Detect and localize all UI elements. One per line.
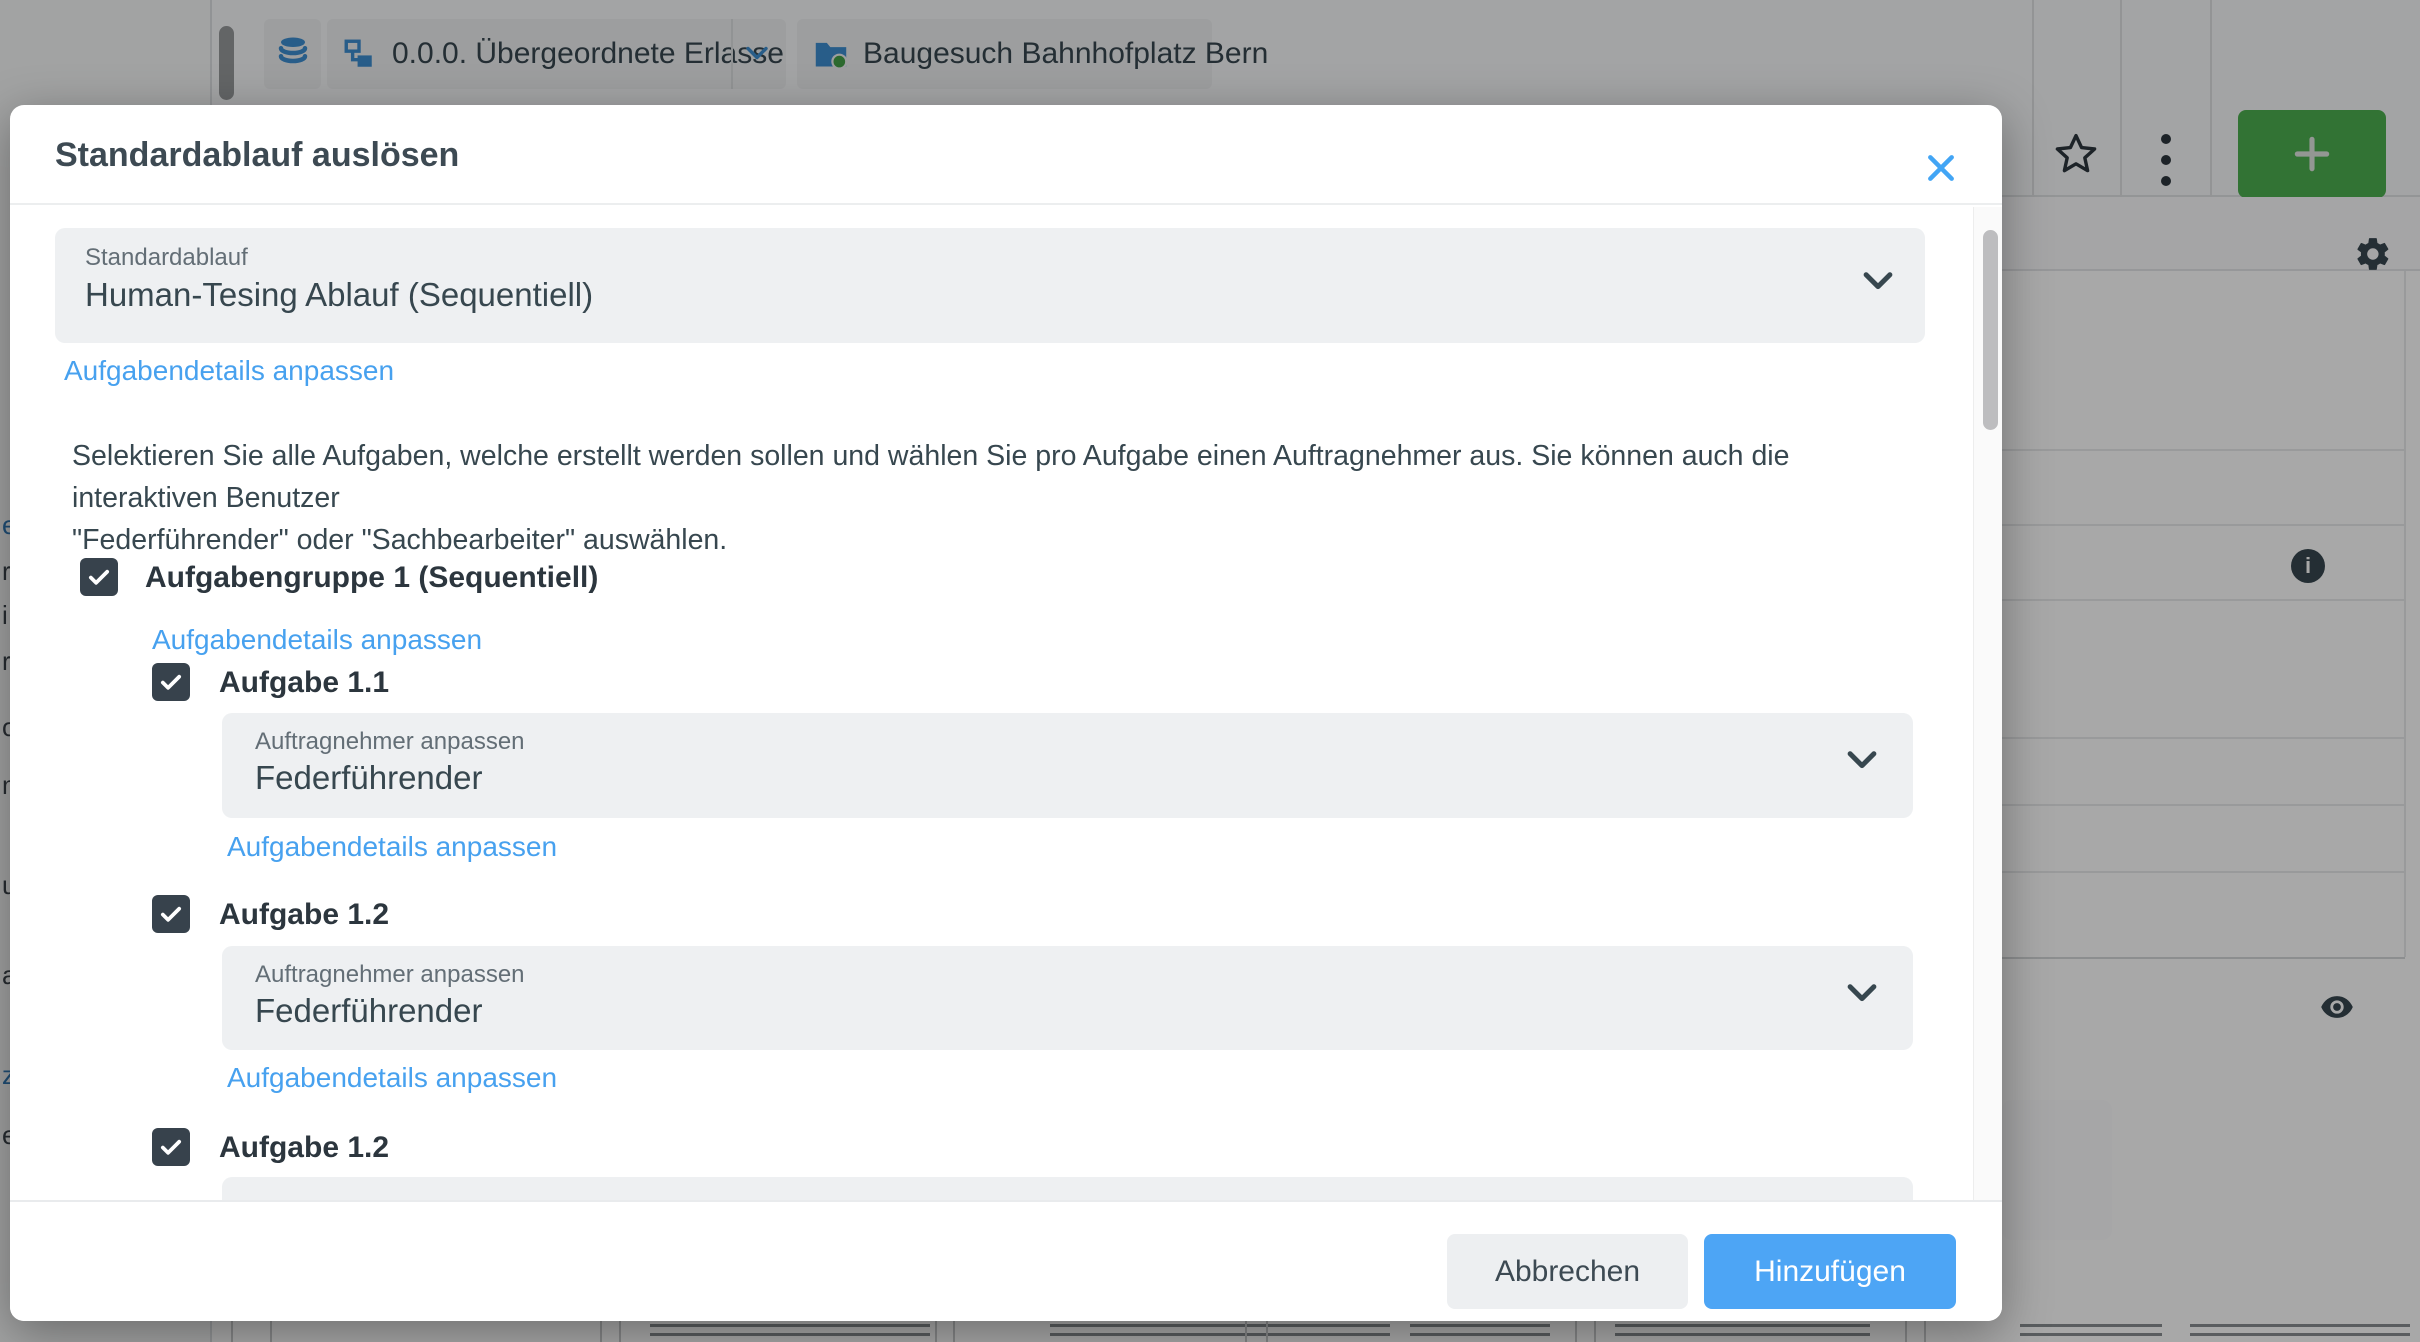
group-label: Aufgabengruppe 1 (Sequentiell): [145, 561, 598, 595]
assignee-field-value: Federführender: [255, 992, 482, 1030]
task-label: Aufgabe 1.2: [219, 1131, 389, 1165]
dialog-scrollbar-thumb[interactable]: [1983, 230, 1998, 430]
assignee-field-label: Auftragnehmer anpassen: [255, 961, 525, 989]
dialog-title: Standardablauf auslösen: [55, 105, 459, 205]
task-label: Aufgabe 1.1: [219, 666, 389, 700]
workflow-field-value: Human-Tesing Ablauf (Sequentiell): [85, 276, 593, 314]
dialog-scrollbar-track[interactable]: [1973, 207, 2002, 1201]
description-line: Selektieren Sie alle Aufgaben, welche er…: [72, 440, 1790, 514]
x-close-icon: [1925, 152, 1957, 189]
task-details-link[interactable]: Aufgabendetails anpassen: [227, 1062, 557, 1094]
chevron-down-icon: [1847, 984, 1877, 1007]
dialog-description: Selektieren Sie alle Aufgaben, welche er…: [72, 435, 1912, 561]
assignee-select-field[interactable]: Auftragnehmer anpassen Federführender: [222, 713, 1913, 818]
chevron-down-icon: [1847, 751, 1877, 774]
task-label: Aufgabe 1.2: [219, 898, 389, 932]
workflow-field-label: Standardablauf: [85, 244, 248, 272]
assignee-field-label: Auftragnehmer anpassen: [255, 728, 525, 756]
assignee-select-field[interactable]: Auftragnehmer anpassen Federführender: [222, 946, 1913, 1050]
dialog-footer: Abbrechen Hinzufügen: [10, 1200, 2002, 1321]
task-checkbox[interactable]: [152, 895, 190, 933]
cancel-button[interactable]: Abbrechen: [1447, 1234, 1688, 1309]
dialog-header: Standardablauf auslösen: [10, 105, 2002, 205]
group-details-link[interactable]: Aufgabendetails anpassen: [152, 624, 482, 656]
task-details-link[interactable]: Aufgabendetails anpassen: [227, 831, 557, 863]
workflow-details-link[interactable]: Aufgabendetails anpassen: [64, 355, 394, 387]
task-checkbox[interactable]: [152, 663, 190, 701]
task-checkbox[interactable]: [152, 1128, 190, 1166]
screen: e r i r o m u a z e 0.0.0. Übergeordnete…: [0, 0, 2420, 1342]
submit-button[interactable]: Hinzufügen: [1704, 1234, 1956, 1309]
standardablauf-dialog: Standardablauf auslösen Standardablauf H…: [10, 105, 2002, 1321]
workflow-select-field[interactable]: Standardablauf Human-Tesing Ablauf (Sequ…: [55, 228, 1925, 343]
assignee-select-field-partial[interactable]: [222, 1177, 1913, 1200]
assignee-field-value: Federführender: [255, 759, 482, 797]
group-checkbox[interactable]: [80, 558, 118, 596]
description-line: "Federführender" oder "Sachbearbeiter" a…: [72, 524, 727, 556]
chevron-down-icon: [1863, 272, 1893, 295]
close-button[interactable]: [1914, 143, 1968, 197]
